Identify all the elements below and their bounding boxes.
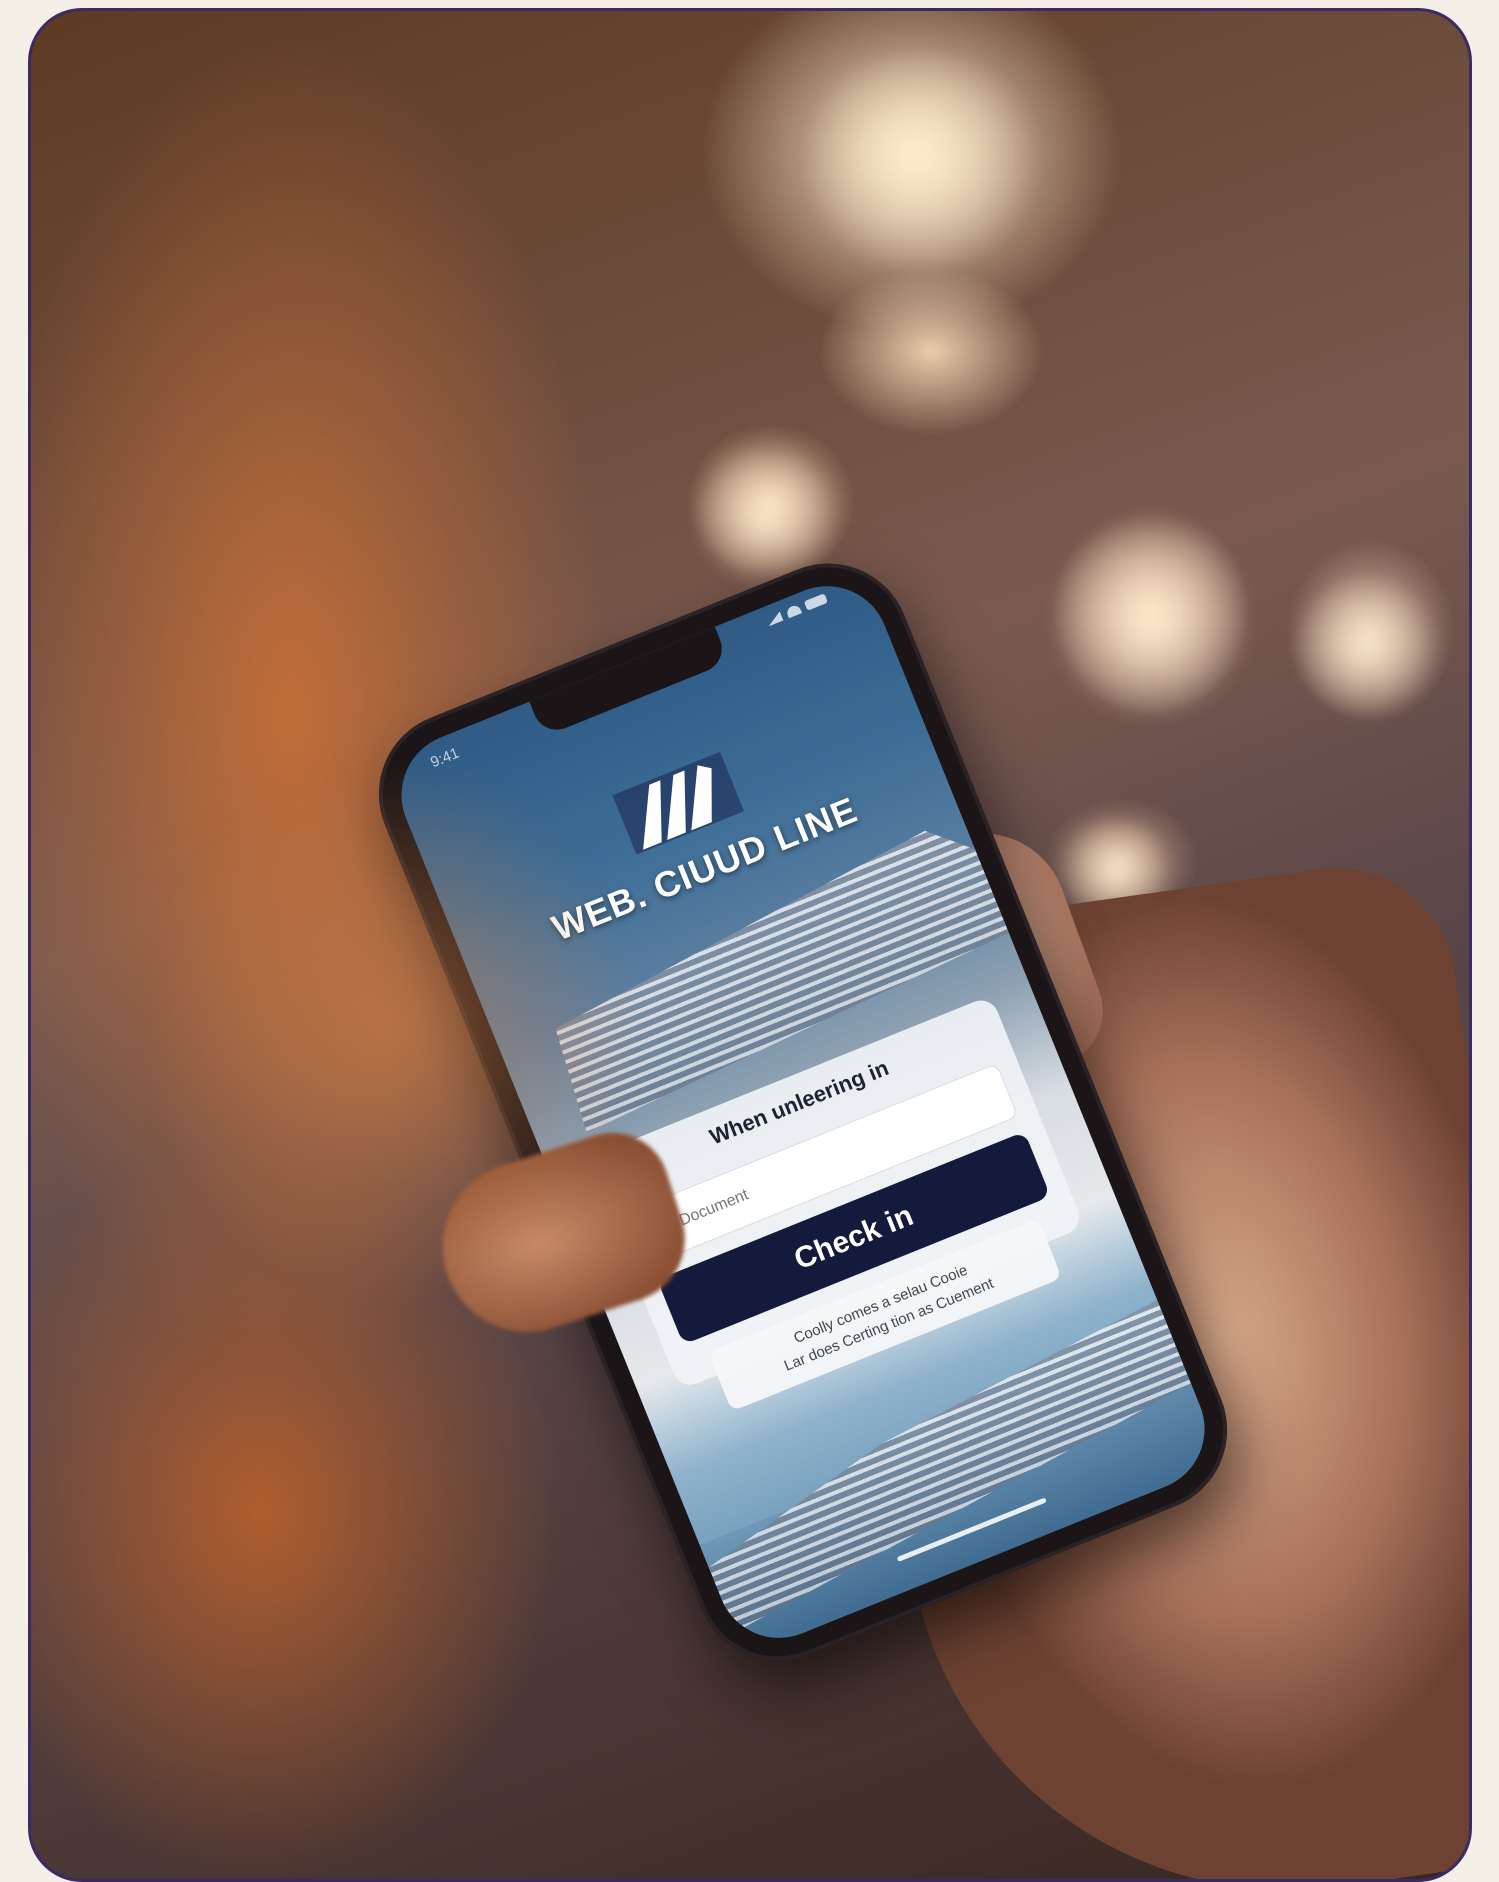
photo: 9:41 WEB. CIUUD LINE When unleering in C xyxy=(28,8,1472,1882)
bokeh-light xyxy=(1291,571,1441,721)
wifi-icon xyxy=(785,603,803,619)
bokeh-light xyxy=(791,51,1051,271)
signal-icon xyxy=(765,611,784,626)
phone-notch xyxy=(529,626,730,737)
phone-screen: 9:41 WEB. CIUUD LINE When unleering in C xyxy=(382,567,1224,1657)
battery-icon xyxy=(803,593,828,611)
status-icons xyxy=(765,593,828,626)
bokeh-light xyxy=(1041,521,1261,721)
status-time: 9:41 xyxy=(428,744,462,772)
